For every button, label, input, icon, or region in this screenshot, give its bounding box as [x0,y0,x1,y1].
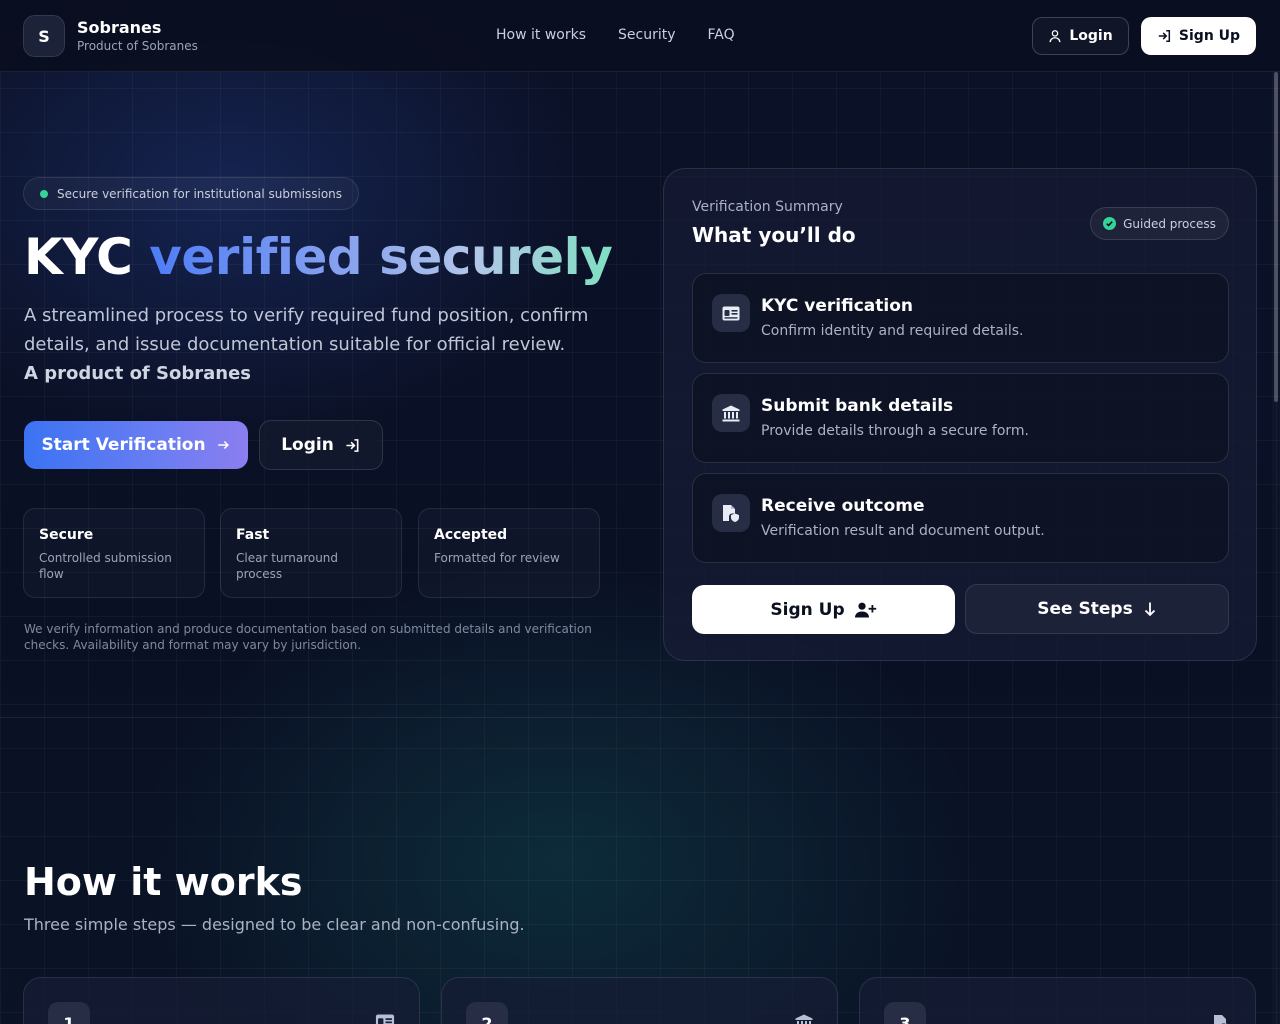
see-steps-label: See Steps [1037,599,1133,619]
header-login-button[interactable]: Login [1032,17,1129,55]
feature-description: Formatted for review [434,551,560,565]
step-number: 2 [466,1002,508,1024]
guided-process-badge: Guided process [1090,207,1229,240]
how-step-card-3: 3 [859,977,1256,1024]
section-divider [0,717,1280,718]
main-nav: How it works Security FAQ [496,27,735,43]
scrollbar-thumb[interactable] [1274,72,1278,402]
site-header: S Sobranes Product of Sobranes How it wo… [0,0,1280,72]
user-plus-icon [854,602,877,618]
how-it-works-title: How it works [24,860,303,904]
card-signup-button[interactable]: Sign Up [692,585,955,634]
how-step-card-1: 1 [23,977,420,1024]
bank-icon [712,394,750,432]
document-shield-icon [1213,1014,1231,1024]
how-it-works-subtitle: Three simple steps — designed to be clea… [24,915,525,934]
page-scrollbar[interactable] [1272,72,1280,1024]
step-submit-bank-details: Submit bank details Provide details thro… [692,373,1229,463]
brand-logo: S [23,15,65,57]
see-steps-button[interactable]: See Steps [965,584,1229,634]
summary-title: What you’ll do [692,223,856,247]
step-description: Confirm identity and required details. [761,323,1024,339]
start-verification-label: Start Verification [41,435,206,455]
hero-login-button[interactable]: Login [259,420,383,470]
verification-summary-card: Verification Summary What you’ll do Guid… [663,168,1257,661]
step-receive-outcome: Receive outcome Verification result and … [692,473,1229,563]
how-step-card-2: 2 [441,977,838,1024]
step-title: Receive outcome [761,496,925,516]
header-login-label: Login [1069,28,1113,44]
brand-name: Sobranes [77,18,162,37]
check-circle-icon [1103,217,1117,230]
id-card-icon [375,1014,395,1024]
feature-card-accepted: Accepted Formatted for review [418,508,600,598]
document-shield-icon [712,494,750,532]
nav-how-it-works[interactable]: How it works [496,27,586,43]
user-icon [1048,29,1062,43]
hero-title: KYC verified securely [24,226,613,288]
hero-badge-text: Secure verification for institutional su… [57,186,343,201]
sign-in-arrow-icon [1157,29,1172,43]
step-description: Verification result and document output. [761,523,1045,539]
nav-faq[interactable]: FAQ [708,27,735,43]
feature-title: Fast [236,527,270,543]
brand-subtitle: Product of Sobranes [77,39,198,53]
card-signup-label: Sign Up [770,599,845,620]
start-verification-button[interactable]: Start Verification [24,421,248,469]
feature-card-secure: Secure Controlled submission flow [23,508,205,598]
step-description: Provide details through a secure form. [761,423,1029,439]
disclaimer-text: We verify information and produce docume… [24,622,592,652]
summary-label: Verification Summary [692,199,843,215]
step-number: 3 [884,1002,926,1024]
feature-card-fast: Fast Clear turnaround process [220,508,402,598]
arrow-down-icon [1143,601,1157,617]
feature-description: Clear turnaround process [236,551,339,581]
brand[interactable]: S Sobranes Product of Sobranes [23,15,198,57]
hero-product-line: A product of Sobranes [24,363,252,384]
hero-title-plain: KYC [24,228,133,286]
arrow-right-icon [216,438,231,452]
step-title: KYC verification [761,296,913,316]
status-dot-icon [40,189,48,198]
bank-icon [795,1014,813,1024]
guided-process-text: Guided process [1123,216,1216,231]
step-title: Submit bank details [761,396,954,416]
feature-description: Controlled submission flow [39,551,172,581]
sign-in-arrow-icon [344,438,361,453]
header-signup-label: Sign Up [1178,28,1241,44]
step-number: 1 [48,1002,90,1024]
feature-title: Secure [39,527,94,543]
hero-badge: Secure verification for institutional su… [23,177,360,210]
nav-security[interactable]: Security [618,27,676,43]
feature-title: Accepted [434,527,508,543]
header-signup-button[interactable]: Sign Up [1141,17,1256,55]
id-card-icon [712,294,750,332]
hero-title-gradient: verified securely [149,228,613,286]
hero-description: A streamlined process to verify required… [24,305,589,355]
hero-login-label: Login [281,435,334,455]
step-kyc-verification: KYC verification Confirm identity and re… [692,273,1229,363]
